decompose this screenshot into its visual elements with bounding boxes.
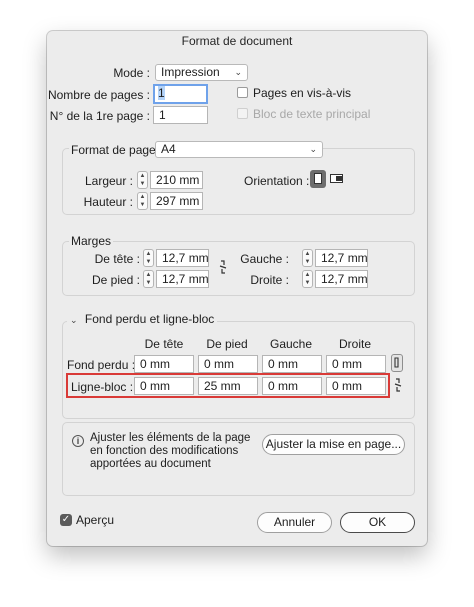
slug-left-value: 0 mm: [268, 379, 298, 393]
primary-text-frame-checkbox: [237, 108, 248, 119]
height-value: 297 mm: [156, 194, 200, 208]
slug-bottom-value: 25 mm: [204, 379, 241, 393]
adjust-layout-button[interactable]: Ajuster la mise en page...: [262, 434, 405, 455]
bleed-right-field[interactable]: 0 mm: [326, 355, 386, 373]
margin-left-label: Gauche :: [240, 252, 289, 266]
bleed-label: Fond perdu :: [67, 358, 136, 372]
slug-bottom-field[interactable]: 25 mm: [198, 377, 258, 395]
column-header-bottom: De pied: [206, 337, 248, 351]
margin-left-field[interactable]: 12,7 mm: [315, 249, 368, 267]
margin-bottom-value: 12,7 mm: [162, 272, 209, 286]
column-header-left: Gauche: [269, 337, 313, 351]
slug-right-field[interactable]: 0 mm: [326, 377, 386, 395]
unlinked-chain-icon[interactable]: [393, 378, 403, 392]
margin-top-stepper[interactable]: ▲ ▼: [143, 249, 154, 267]
margin-bottom-label: De pied :: [91, 273, 140, 287]
margin-top-label: De tête :: [94, 252, 140, 266]
preview-checkbox[interactable]: ✓: [60, 514, 72, 526]
adjust-layout-info: Ajuster les éléments de la page en fonct…: [90, 432, 251, 470]
width-stepper[interactable]: ▲ ▼: [137, 171, 148, 189]
mode-select[interactable]: Impression ⌄: [155, 64, 248, 81]
linked-chain-icon[interactable]: [391, 354, 403, 372]
bleed-slug-title: Fond perdu et ligne-bloc: [84, 312, 215, 326]
page-size-label: Format de page :: [69, 143, 165, 157]
margin-right-field[interactable]: 12,7 mm: [315, 270, 368, 288]
margin-bottom-stepper[interactable]: ▲ ▼: [143, 270, 154, 288]
bleed-slug-header[interactable]: ⌄ Fond perdu et ligne-bloc: [67, 312, 218, 326]
margin-right-stepper[interactable]: ▲ ▼: [302, 270, 313, 288]
margin-top-value: 12,7 mm: [162, 251, 209, 265]
bleed-top-field[interactable]: 0 mm: [134, 355, 194, 373]
first-page-value: 1: [159, 108, 166, 122]
cancel-button[interactable]: Annuler: [257, 512, 332, 533]
slug-top-field[interactable]: 0 mm: [134, 377, 194, 395]
slug-label: Ligne-bloc :: [71, 380, 134, 394]
bleed-bottom-field[interactable]: 0 mm: [198, 355, 258, 373]
facing-pages-label: Pages en vis-à-vis: [253, 86, 352, 100]
preview-label: Aperçu: [76, 513, 115, 527]
bleed-left-field[interactable]: 0 mm: [262, 355, 322, 373]
width-field[interactable]: 210 mm: [150, 171, 203, 189]
first-page-field[interactable]: 1: [153, 106, 208, 124]
page-size-select[interactable]: A4 ⌄: [155, 141, 323, 158]
first-page-label: N° de la 1re page :: [49, 109, 150, 123]
margin-top-field[interactable]: 12,7 mm: [156, 249, 209, 267]
slug-right-value: 0 mm: [332, 379, 362, 393]
height-stepper[interactable]: ▲ ▼: [137, 192, 148, 210]
document-setup-dialog: Format de document Mode : Impression ⌄ N…: [47, 31, 427, 546]
info-icon: i: [72, 435, 84, 447]
height-label: Hauteur :: [83, 195, 133, 209]
column-header-right: Droite: [338, 337, 371, 351]
portrait-orientation-icon[interactable]: [310, 170, 326, 188]
slug-top-value: 0 mm: [140, 379, 170, 393]
margins-title: Marges: [69, 234, 114, 248]
primary-text-frame-label: Bloc de texte principal: [253, 107, 371, 121]
mode-label: Mode :: [113, 66, 150, 80]
unlinked-chain-icon[interactable]: [218, 260, 228, 274]
mode-value: Impression: [161, 65, 220, 79]
page-count-value: 1: [158, 86, 165, 100]
bleed-top-value: 0 mm: [140, 357, 170, 371]
slug-left-field[interactable]: 0 mm: [262, 377, 322, 395]
page-count-label: Nombre de pages :: [47, 88, 150, 102]
margin-left-value: 12,7 mm: [321, 251, 368, 265]
page-size-value: A4: [161, 142, 176, 156]
orientation-label: Orientation :: [244, 174, 310, 188]
chevron-down-icon: ⌄: [309, 144, 317, 154]
chevron-down-icon: ⌄: [70, 315, 78, 325]
margin-left-stepper[interactable]: ▲ ▼: [302, 249, 313, 267]
margin-right-value: 12,7 mm: [321, 272, 368, 286]
margin-right-label: Droite :: [250, 273, 289, 287]
landscape-orientation-icon[interactable]: [330, 173, 344, 185]
bleed-left-value: 0 mm: [268, 357, 298, 371]
width-label: Largeur :: [84, 174, 133, 188]
ok-button[interactable]: OK: [340, 512, 415, 533]
column-header-top: De tête: [144, 337, 184, 351]
height-field[interactable]: 297 mm: [150, 192, 203, 210]
margin-bottom-field[interactable]: 12,7 mm: [156, 270, 209, 288]
chevron-down-icon: ⌄: [234, 67, 242, 77]
width-value: 210 mm: [156, 173, 200, 187]
bleed-bottom-value: 0 mm: [204, 357, 234, 371]
window-title: Format de document: [181, 34, 293, 48]
facing-pages-checkbox[interactable]: [237, 87, 248, 98]
page-count-field[interactable]: 1: [153, 84, 208, 104]
bleed-right-value: 0 mm: [332, 357, 362, 371]
